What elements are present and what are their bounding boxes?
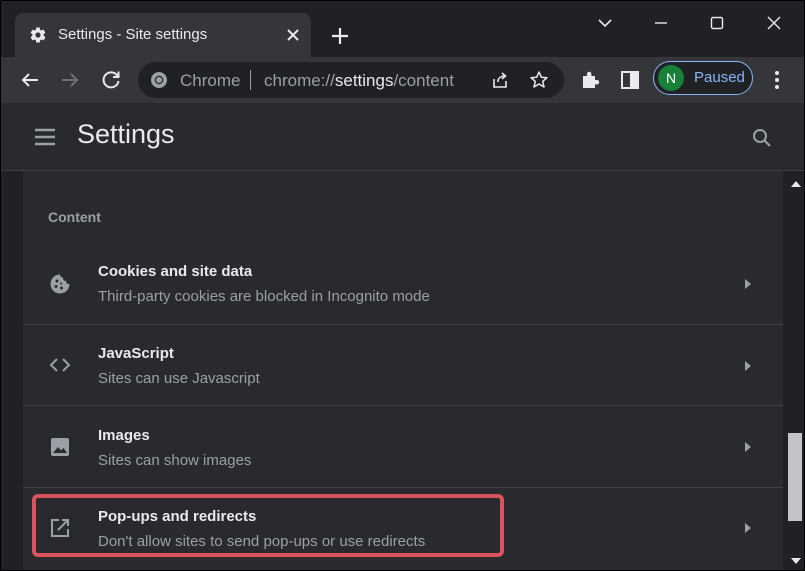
url-prefix: chrome:// <box>264 71 335 90</box>
highlight-box <box>32 494 504 557</box>
row-subtitle: Third-party cookies are blocked in Incog… <box>98 288 430 305</box>
tab-strip: Settings - Site settings <box>1 1 804 57</box>
settings-header: Settings <box>1 103 804 171</box>
scroll-up-arrow-icon[interactable] <box>790 179 802 189</box>
share-icon[interactable] <box>490 70 510 90</box>
chrome-logo-icon <box>150 71 168 89</box>
gear-icon <box>29 26 47 44</box>
back-arrow-icon[interactable] <box>16 66 44 94</box>
arrow-right-icon <box>743 360 753 372</box>
code-icon <box>49 354 71 376</box>
new-tab-icon[interactable] <box>327 23 353 49</box>
arrow-right-icon <box>743 278 753 290</box>
url-suffix: /content <box>393 71 454 90</box>
arrow-right-icon <box>743 441 753 453</box>
more-menu-icon[interactable] <box>763 66 791 94</box>
cookie-icon <box>49 273 71 295</box>
tab-title: Settings - Site settings <box>58 26 208 43</box>
image-icon <box>49 436 71 458</box>
url-text: chrome://settings/content <box>264 71 454 91</box>
site-label: Chrome <box>180 71 241 90</box>
list-item-images[interactable]: Images Sites can show images <box>23 406 783 487</box>
row-title: Images <box>98 427 150 444</box>
scroll-down-arrow-icon[interactable] <box>790 556 802 566</box>
profile-button[interactable]: N Paused <box>653 61 753 95</box>
address-bar[interactable]: Chrome chrome://settings/content <box>138 62 564 98</box>
row-subtitle: Sites can show images <box>98 452 252 469</box>
profile-status: Paused <box>694 69 745 86</box>
reload-icon[interactable] <box>97 66 125 94</box>
scrollbar[interactable] <box>786 171 804 570</box>
page-title: Settings <box>77 119 175 149</box>
omnibox-separator <box>250 70 251 90</box>
toolbar: Chrome chrome://settings/content N Pause… <box>1 57 804 103</box>
hamburger-menu-icon[interactable] <box>31 125 59 149</box>
extensions-puzzle-icon[interactable] <box>577 66 605 94</box>
row-title: JavaScript <box>98 345 174 362</box>
row-subtitle: Sites can use Javascript <box>98 370 260 387</box>
section-heading: Content <box>48 209 101 225</box>
row-title: Cookies and site data <box>98 263 253 280</box>
tab-settings[interactable]: Settings - Site settings <box>15 13 311 57</box>
forward-arrow-icon[interactable] <box>56 66 84 94</box>
arrow-right-icon <box>743 522 753 534</box>
maximize-icon[interactable] <box>703 11 731 35</box>
avatar: N <box>658 65 684 91</box>
close-tab-icon[interactable] <box>283 25 303 45</box>
bookmark-star-icon[interactable] <box>529 70 549 90</box>
minimize-icon[interactable] <box>647 11 675 35</box>
search-icon[interactable] <box>749 125 775 151</box>
close-window-icon[interactable] <box>760 11 788 35</box>
tab-search-chevron-icon[interactable] <box>591 11 619 35</box>
url-path: settings <box>334 71 394 90</box>
scroll-thumb[interactable] <box>788 433 802 521</box>
list-item-cookies[interactable]: Cookies and site data Third-party cookie… <box>23 244 783 325</box>
list-item-javascript[interactable]: JavaScript Sites can use Javascript <box>23 325 783 406</box>
side-panel-icon[interactable] <box>616 66 644 94</box>
browser-window: Settings - Site settings Chrome chrome:/… <box>0 0 805 571</box>
